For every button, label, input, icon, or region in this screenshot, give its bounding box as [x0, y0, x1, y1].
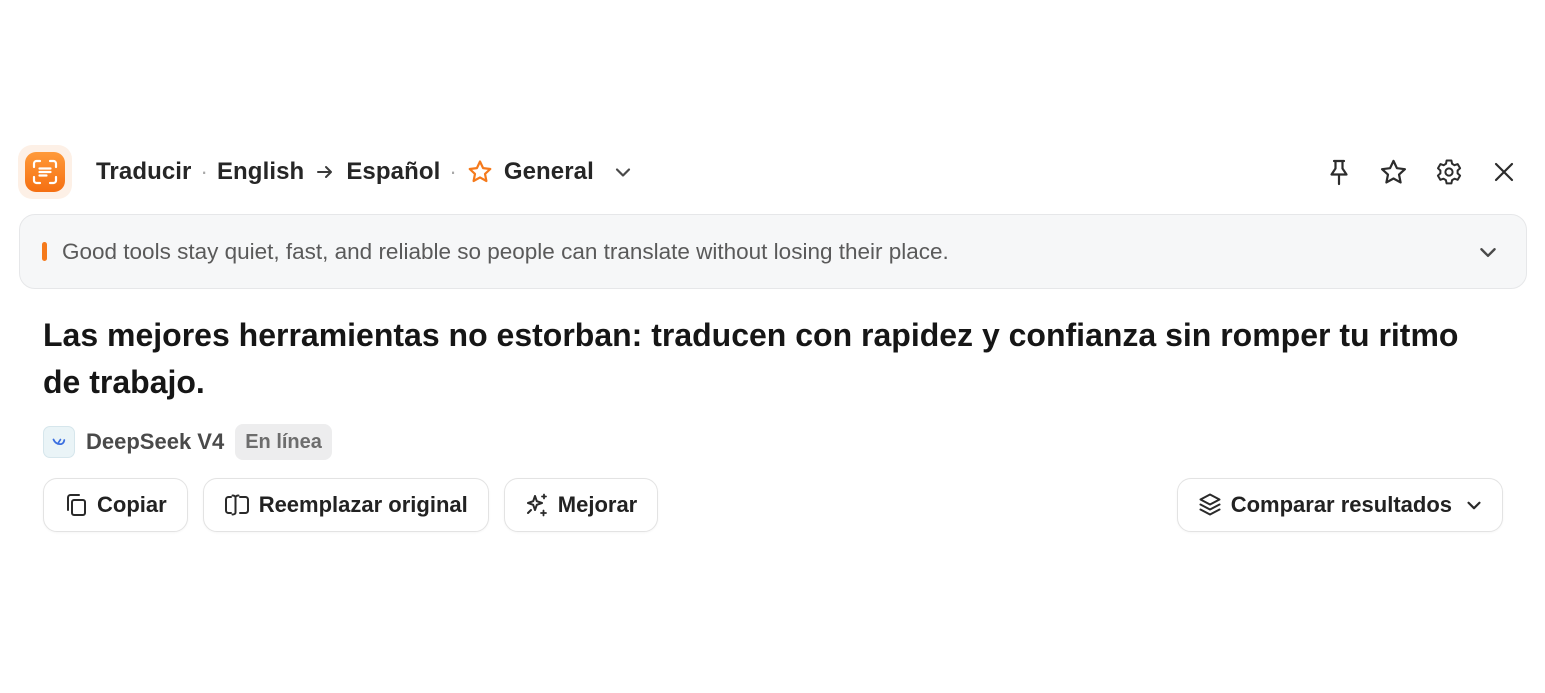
settings-button[interactable]: [1432, 156, 1465, 189]
target-language[interactable]: Español: [346, 158, 440, 186]
mode-label[interactable]: Traducir: [96, 158, 192, 186]
improve-label: Mejorar: [557, 492, 638, 517]
translation-result: Las mejores herramientas no estorban: tr…: [43, 317, 1459, 400]
text-cursor-icon: [222, 491, 252, 519]
source-language[interactable]: English: [217, 158, 304, 186]
close-icon: [1494, 162, 1513, 182]
separator-dot: ·: [200, 159, 208, 184]
translation-panel: Traducir · English Español · General Goo…: [0, 0, 1545, 693]
replace-original-button[interactable]: Reemplazar original: [202, 478, 489, 532]
panel-header: Traducir · English Español · General: [18, 144, 1530, 200]
chevron-down-icon: [1464, 495, 1484, 515]
close-button[interactable]: [1487, 156, 1520, 189]
source-marker: [42, 242, 47, 261]
style-label[interactable]: General: [504, 158, 594, 186]
sparkles-icon: [523, 491, 551, 519]
star-icon: [466, 158, 494, 186]
source-text: Good tools stay quiet, fast, and reliabl…: [62, 238, 949, 264]
replace-original-label: Reemplazar original: [258, 492, 468, 517]
status-badge: En línea: [235, 424, 332, 460]
copy-button[interactable]: Copiar: [43, 478, 188, 532]
app-logo-icon: [25, 152, 65, 192]
gear-icon: [1436, 159, 1461, 185]
action-bar: Copiar Reemplazar original Mejorar Compa…: [43, 478, 1503, 532]
layers-icon: [1196, 491, 1224, 519]
breadcrumb: Traducir · English Español · General: [96, 158, 634, 186]
copy-label: Copiar: [97, 492, 167, 517]
compare-results-label: Comparar resultados: [1230, 492, 1452, 517]
deepseek-logo-icon: [43, 426, 75, 458]
pin-icon: [1329, 159, 1348, 186]
chevron-down-icon[interactable]: [1476, 240, 1500, 264]
header-actions: [1322, 156, 1530, 189]
copy-icon: [62, 491, 90, 519]
model-name[interactable]: DeepSeek V4: [86, 429, 224, 455]
star-icon: [1380, 159, 1407, 184]
app-logo: [18, 145, 72, 199]
separator-dot: ·: [449, 159, 457, 184]
favorite-button[interactable]: [1377, 156, 1410, 189]
compare-results-button[interactable]: Comparar resultados: [1176, 478, 1503, 532]
pin-button[interactable]: [1322, 156, 1355, 189]
chevron-down-icon[interactable]: [612, 161, 634, 183]
improve-button[interactable]: Mejorar: [503, 478, 659, 532]
model-info: DeepSeek V4 En línea: [43, 424, 332, 460]
source-text-box[interactable]: Good tools stay quiet, fast, and reliabl…: [19, 214, 1527, 289]
arrow-right-icon: [315, 162, 335, 182]
